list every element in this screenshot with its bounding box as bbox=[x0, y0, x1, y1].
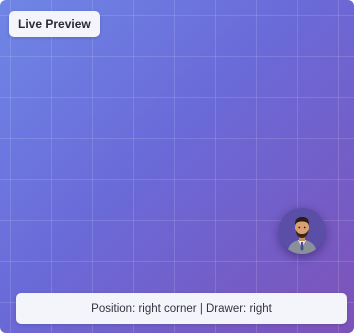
live-preview-canvas: Live Preview Position: right corner | Dr… bbox=[0, 0, 354, 333]
person-avatar-icon bbox=[279, 208, 325, 254]
status-bar: Position: right corner | Drawer: right bbox=[16, 293, 347, 324]
avatar-launcher-button[interactable] bbox=[279, 208, 325, 254]
background-grid bbox=[0, 0, 354, 333]
status-text: Position: right corner | Drawer: right bbox=[91, 302, 272, 315]
live-preview-badge: Live Preview bbox=[9, 11, 100, 37]
